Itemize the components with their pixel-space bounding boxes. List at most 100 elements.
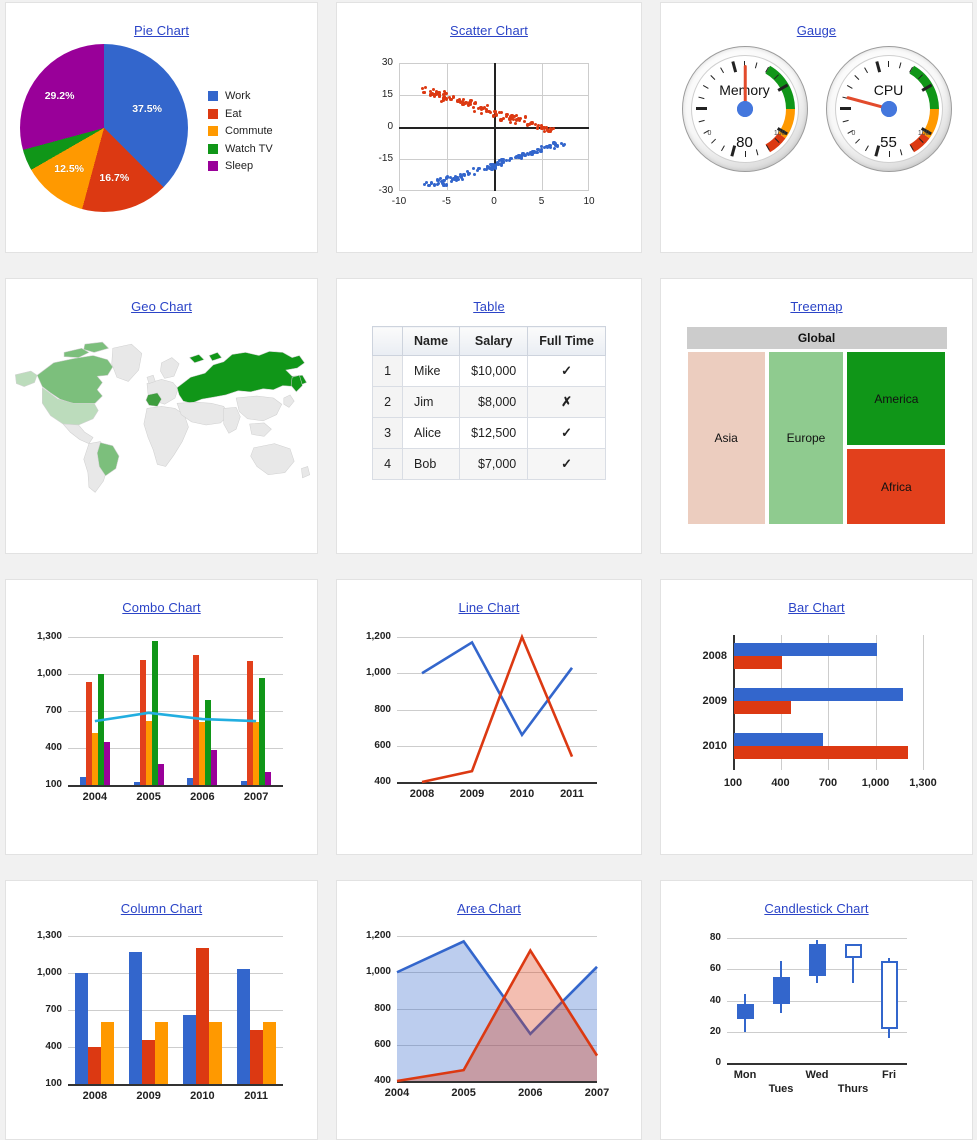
combo-chart-title[interactable]: Combo Chart (6, 580, 317, 615)
column-bar-red (249, 1029, 263, 1084)
table-title[interactable]: Table (337, 279, 641, 314)
column-y-tick: 1,000 (36, 967, 62, 978)
table-header-salary[interactable]: Salary (459, 326, 529, 356)
scatter-x-tick: 10 (583, 196, 595, 207)
legend-item-commute[interactable]: Commute (208, 125, 273, 137)
treemap-title[interactable]: Treemap (661, 279, 972, 314)
area-chart-title[interactable]: Area Chart (337, 881, 641, 916)
treemap-cell-america[interactable]: America (845, 350, 948, 447)
legend-swatch-watch-tv (208, 143, 218, 154)
treemap-label-europe: Europe (786, 431, 826, 445)
scatter-chart-title[interactable]: Scatter Chart (337, 3, 641, 38)
region-africa (143, 406, 189, 467)
treemap-root-label[interactable]: Global (685, 326, 948, 350)
scatter-point-blue (432, 183, 436, 187)
column-y-tick: 100 (45, 1078, 62, 1089)
table-row[interactable]: 3 Alice $12,500 ✓ (372, 417, 606, 449)
scatter-point-red (499, 118, 503, 122)
line-chart-title[interactable]: Line Chart (337, 580, 641, 615)
scatter-point-blue (519, 156, 523, 160)
candle-y-tick: 20 (709, 1025, 721, 1037)
scatter-point-blue (521, 152, 525, 156)
gauge-title[interactable]: Gauge (661, 3, 972, 38)
scatter-point-red (437, 90, 441, 94)
table-header-index[interactable] (372, 326, 404, 356)
scatter-x-tick: -5 (442, 196, 451, 207)
area-plot: 1,200 1,000 800 600 400 2004 2005 2006 2007 (337, 916, 641, 1121)
scatter-y-tick: 0 (387, 121, 393, 132)
world-map-svg[interactable] (6, 316, 317, 506)
column-y-tick: 1,300 (36, 930, 62, 941)
scatter-point-red (487, 109, 492, 113)
pie-chart-title[interactable]: Pie Chart (6, 3, 317, 38)
legend-label-eat: Eat (225, 107, 242, 120)
table-row[interactable]: 4 Bob $7,000 ✓ (372, 448, 606, 480)
card-combo-chart: Combo Chart 1,300 1,000 700 400 100 2004 2005 2… (5, 579, 318, 855)
scatter-point-blue (509, 156, 513, 160)
table-row[interactable]: 2 Jim $8,000 ✗ (372, 386, 606, 418)
treemap-cell-africa[interactable]: Africa (845, 447, 948, 526)
cell-salary: $12,500 (459, 417, 529, 449)
table-row[interactable]: 1 Mike $10,000 ✓ (372, 355, 606, 387)
combo-line-series (94, 711, 257, 723)
treemap-cell-europe[interactable]: Europe (766, 350, 846, 526)
scatter-point-blue (553, 142, 557, 146)
candlestick-chart-title[interactable]: Candlestick Chart (661, 881, 972, 916)
candle-y-tick: 80 (709, 932, 721, 943)
scatter-point-blue (477, 167, 481, 171)
column-bar-orange (155, 1022, 169, 1084)
bar-x-tick: 1,000 (861, 777, 890, 789)
treemap-label-america: America (874, 391, 919, 406)
bar-red (734, 655, 782, 669)
candle-body (736, 1003, 754, 1020)
legend-item-watch-tv[interactable]: Watch TV (208, 143, 273, 155)
treemap-body: Global Asia Europe America Africa (661, 326, 972, 526)
scatter-point-blue (454, 178, 459, 182)
bar-plot: 100 400 700 1,000 1,300 2008 2009 2010 (661, 615, 972, 830)
scatter-point-blue (531, 149, 535, 153)
cell-salary: $10,000 (459, 355, 529, 387)
candle-x-tick: Wed (805, 1069, 829, 1081)
legend-label-watch-tv: Watch TV (225, 142, 273, 155)
column-bar-orange (208, 1022, 222, 1084)
bar-x-tick: 700 (818, 777, 838, 789)
row-index: 1 (372, 355, 404, 387)
scatter-y-tick: -15 (378, 153, 393, 164)
area-series-group (396, 939, 599, 1083)
column-chart-title[interactable]: Column Chart (6, 881, 317, 916)
card-pie-chart: Pie Chart 37.5% 16.7% 12.5% 29.2% Work E… (5, 2, 318, 253)
dashboard-grid: Pie Chart 37.5% 16.7% 12.5% 29.2% Work E… (0, 0, 977, 1140)
cell-salary: $7,000 (459, 448, 529, 480)
legend-swatch-eat (208, 108, 218, 119)
candle-x-tick: Mon (733, 1069, 757, 1081)
legend-label-work: Work (225, 90, 251, 102)
bar-chart-title[interactable]: Bar Chart (661, 580, 972, 615)
cell-full-time: ✓ (527, 355, 606, 387)
scatter-point-red (535, 126, 540, 130)
treemap-label-asia: Asia (714, 431, 738, 445)
scatter-point-red (468, 102, 473, 106)
column-gridline (68, 936, 283, 937)
legend-item-eat[interactable]: Eat (208, 108, 273, 120)
treemap-cell-asia[interactable]: Asia (685, 350, 767, 526)
column-bar-blue (236, 969, 250, 1084)
scatter-y-axis (494, 63, 496, 191)
geo-chart-title[interactable]: Geo Chart (6, 279, 317, 314)
legend-item-sleep[interactable]: Sleep (208, 160, 273, 172)
row-index: 4 (372, 448, 404, 480)
region-new-zealand (301, 466, 311, 479)
scatter-point-red (527, 122, 531, 126)
bar-y-tick: 2009 (702, 694, 727, 707)
cell-full-time: ✓ (527, 448, 606, 480)
region-russia-island-1 (189, 354, 205, 364)
column-bar-orange (262, 1022, 276, 1084)
table-header-full-time[interactable]: Full Time (527, 326, 606, 356)
area-x-tick: 2006 (518, 1087, 543, 1099)
table-body: Name Salary Full Time 1 Mike $10,000 ✓ 2… (337, 326, 641, 480)
table-header-name[interactable]: Name (402, 326, 461, 356)
pie-label-commute: 12.5% (54, 163, 85, 176)
card-column-chart: Column Chart 1,300 1,000 700 400 100 2008 2009… (5, 880, 318, 1140)
scatter-point-red (513, 121, 517, 125)
legend-item-work[interactable]: Work (208, 90, 273, 102)
row-index: 2 (372, 386, 404, 418)
